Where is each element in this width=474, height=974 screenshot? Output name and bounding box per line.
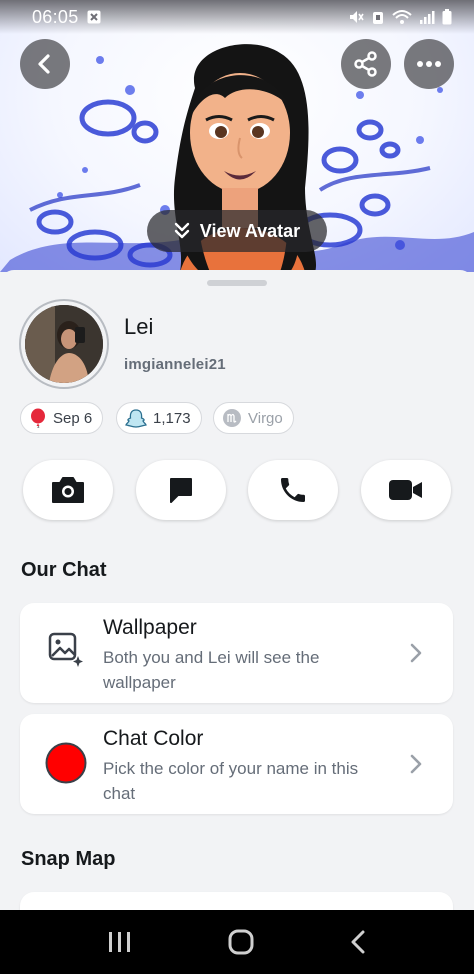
- camera-button[interactable]: [23, 460, 113, 520]
- username: imgiannelei21: [124, 356, 226, 373]
- video-icon: [389, 480, 422, 500]
- video-call-button[interactable]: [361, 460, 451, 520]
- mute-icon: [350, 11, 364, 23]
- drag-handle[interactable]: [207, 280, 267, 286]
- chat-color-card[interactable]: Chat Color Pick the color of your name i…: [20, 714, 453, 814]
- chat-color-title: Chat Color: [103, 727, 204, 750]
- share-button[interactable]: [341, 39, 391, 89]
- chevron-right-icon: [410, 754, 422, 774]
- back-icon[interactable]: [349, 930, 367, 954]
- notification-x-icon: [87, 10, 101, 24]
- call-button[interactable]: [248, 460, 338, 520]
- view-avatar-button[interactable]: View Avatar: [147, 210, 327, 252]
- snap-score-chip[interactable]: 1,173: [116, 402, 202, 434]
- chat-icon: [170, 478, 192, 503]
- our-chat-title: Our Chat: [21, 559, 107, 581]
- phone-icon: [281, 478, 305, 502]
- color-swatch-icon: [45, 742, 87, 784]
- birthday-label: Sep 6: [53, 409, 93, 427]
- view-avatar-label: View Avatar: [199, 220, 301, 241]
- wallpaper-description: Both you and Lei will see the wallpaper: [103, 648, 320, 692]
- zodiac-chip[interactable]: Virgo: [213, 402, 294, 434]
- share-icon: [354, 51, 377, 77]
- profile-screen: 06:05 View Avatar Lei imgiannelei21 Sep …: [0, 0, 474, 974]
- chat-color-description: Pick the color of your name in this chat: [103, 759, 359, 803]
- profile-sheet: Lei imgiannelei21 Sep 6 1,173 Virgo Our …: [0, 270, 474, 932]
- more-button[interactable]: [404, 39, 454, 89]
- more-icon: [417, 61, 441, 67]
- alarm-icon: [373, 12, 383, 24]
- wallpaper-card[interactable]: Wallpaper Both you and Lei will see the …: [20, 603, 453, 703]
- status-time: 06:05: [32, 6, 79, 27]
- recents-icon[interactable]: [107, 931, 133, 953]
- double-chevron-down-icon: [174, 222, 189, 239]
- zodiac-label: Virgo: [248, 409, 283, 427]
- snap-map-title: Snap Map: [21, 848, 116, 870]
- profile-photo[interactable]: [19, 299, 109, 389]
- virgo-icon: [223, 409, 241, 427]
- birthday-chip[interactable]: Sep 6: [20, 402, 104, 434]
- snap-score-icon: [125, 409, 147, 428]
- wallpaper-icon: [48, 632, 83, 667]
- camera-icon: [52, 477, 84, 503]
- signal-icon: [420, 11, 435, 24]
- avatar-banner: 06:05 View Avatar: [0, 0, 474, 272]
- wifi-icon: [392, 10, 412, 24]
- snap-score-label: 1,173: [153, 409, 191, 427]
- status-bar: 06:05: [0, 0, 474, 34]
- wallpaper-title: Wallpaper: [103, 616, 197, 639]
- balloon-icon: [31, 408, 45, 428]
- navigation-bar: [0, 910, 474, 974]
- chat-button[interactable]: [136, 460, 226, 520]
- battery-icon: [442, 9, 452, 25]
- profile-photo-image: [25, 305, 103, 383]
- chevron-left-icon: [38, 54, 50, 74]
- back-button[interactable]: [20, 39, 70, 89]
- home-icon[interactable]: [228, 929, 254, 955]
- display-name: Lei: [124, 314, 154, 339]
- chevron-right-icon: [410, 643, 422, 663]
